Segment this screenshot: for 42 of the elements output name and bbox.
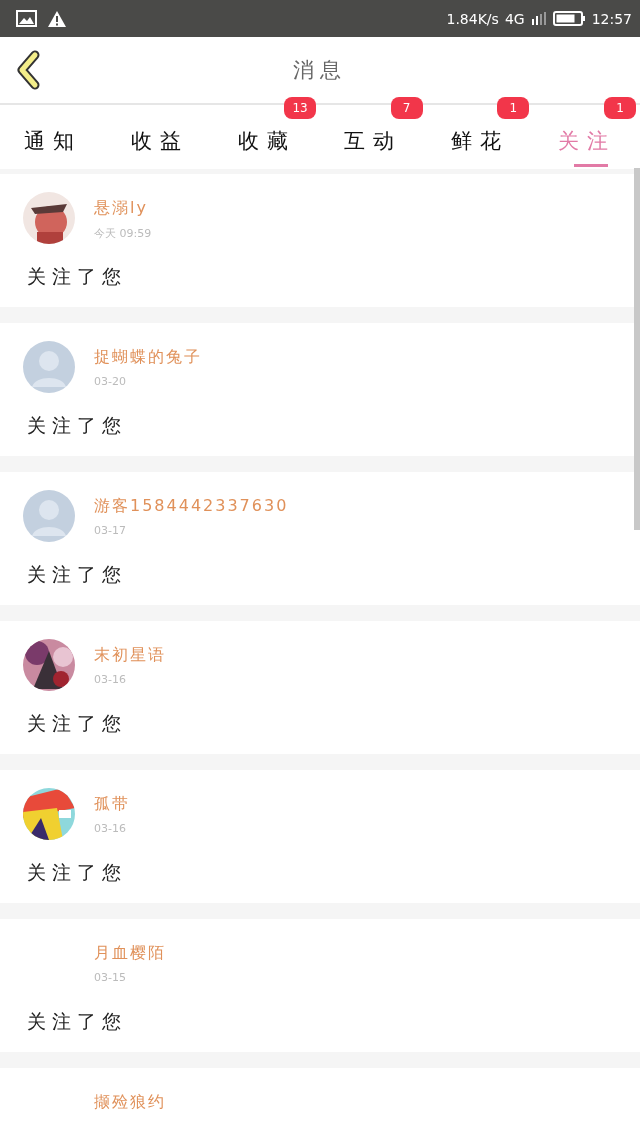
message-text: 关注了您 <box>26 1009 128 1034</box>
message-text: 关注了您 <box>26 562 128 587</box>
page-title: 消息 <box>292 57 348 84</box>
warning-icon <box>47 9 67 28</box>
user-name[interactable]: 撷殓狼约 <box>94 1092 166 1113</box>
back-button[interactable] <box>15 50 41 90</box>
tab[interactable]: 收益 <box>106 120 214 169</box>
user-name[interactable]: 悬溺ly <box>94 198 152 219</box>
tab-indicator <box>573 164 608 167</box>
message-text: 关注了您 <box>26 413 128 438</box>
message-time: 03-16 <box>94 822 127 835</box>
back-icon <box>15 50 41 90</box>
message-time: 03-16 <box>94 673 127 686</box>
tab[interactable]: 收藏 <box>213 120 320 169</box>
tab[interactable]: 关注 <box>533 120 640 169</box>
message-time: 03-20 <box>94 375 127 388</box>
signal-icon <box>530 11 547 26</box>
count-badge: 1 <box>604 97 637 119</box>
avatar-icon <box>23 341 75 393</box>
message-time: 今天 09:59 <box>94 226 152 241</box>
message-text: 关注了您 <box>26 860 128 885</box>
avatar-icon <box>23 490 75 542</box>
message-text: 关注了您 <box>26 711 128 736</box>
image-icon <box>16 10 37 27</box>
network-type: 4G <box>504 10 525 27</box>
tab[interactable]: 互动 <box>320 120 427 169</box>
user-name[interactable]: 游客1584442337630 <box>94 496 289 517</box>
count-badge: 13 <box>284 97 316 119</box>
user-name[interactable]: 月血樱陌 <box>94 943 166 964</box>
user-name[interactable]: 捉蝴蝶的兔子 <box>94 347 202 368</box>
battery-icon <box>552 11 586 26</box>
tab[interactable]: 通知 <box>0 120 107 169</box>
count-badge: 7 <box>390 97 423 119</box>
clock: 12:57 <box>591 10 632 27</box>
message-text: 关注了您 <box>26 264 128 289</box>
message-time: 03-17 <box>94 524 127 537</box>
network-speed: 1.84K/s <box>446 10 499 27</box>
tab[interactable]: 鲜花 <box>426 120 534 169</box>
count-badge: 1 <box>497 97 530 119</box>
message-time: 03-15 <box>94 971 127 984</box>
user-name[interactable]: 孤带 <box>94 794 130 815</box>
user-name[interactable]: 末初星语 <box>94 645 166 666</box>
